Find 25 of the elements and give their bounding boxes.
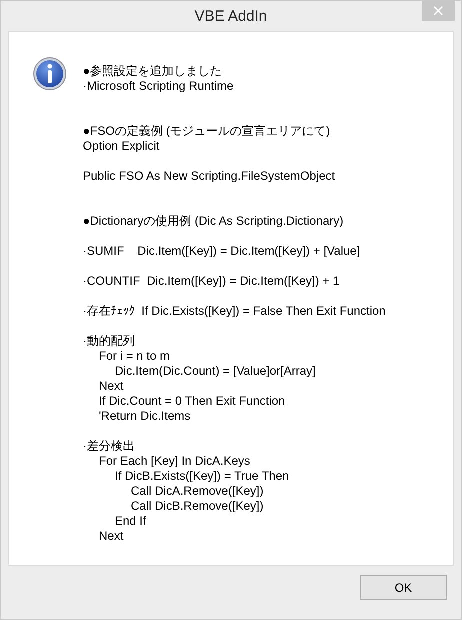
code-line: Public FSO As New Scripting.FileSystemObject — [83, 169, 336, 184]
code-line: ·差分検出 — [83, 439, 136, 454]
code-line: ●FSOの定義例 (モジュールの宣言エリアにて) — [83, 124, 332, 139]
code-line: Call DicB.Remove([Key]) — [131, 499, 265, 514]
code-line: ·動的配列 — [83, 334, 136, 349]
code-line: For i = n to m — [99, 349, 172, 364]
code-line: For Each [Key] In DicA.Keys — [99, 454, 252, 469]
code-line: Option Explicit — [83, 139, 161, 154]
code-line: Dic.Item(Dic.Count) = [Value]or[Array] — [115, 364, 317, 379]
code-line: Call DicA.Remove([Key]) — [131, 484, 265, 499]
code-line: 'Return Dic.Items — [99, 409, 192, 424]
info-icon — [33, 57, 67, 91]
code-line: ·COUNTIF Dic.Item([Key]) = Dic.Item([Key]) + 1 — [83, 274, 341, 289]
code-line: Next — [99, 529, 125, 544]
code-line: Next — [99, 379, 125, 394]
code-line: ●参照設定を追加しました — [83, 64, 224, 79]
code-line: ●Dictionaryの使用例 (Dic As Scripting.Dictionary) — [83, 214, 345, 229]
code-line: If DicB.Exists([Key]) = True Then — [115, 469, 290, 484]
ok-button[interactable]: OK — [360, 575, 447, 600]
code-line: ·SUMIF Dic.Item([Key]) = Dic.Item([Key]) + [Value] — [83, 244, 362, 259]
code-line: End If — [115, 514, 148, 529]
code-line: ·Microsoft Scripting Runtime — [83, 79, 235, 94]
code-line: ·存在ﾁｪｯｸ If Dic.Exists([Key]) = False Then Exit Function — [83, 304, 386, 319]
window-title: VBE AddIn — [194, 8, 268, 24]
code-line: If Dic.Count = 0 Then Exit Function — [99, 394, 286, 409]
